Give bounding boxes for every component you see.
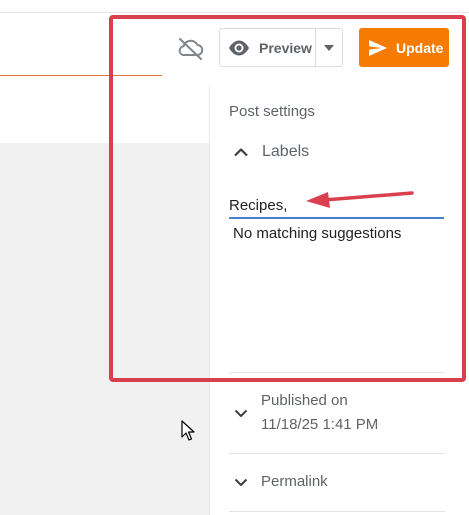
- published-label: Published on: [261, 392, 348, 409]
- published-section-toggle[interactable]: Published on 11/18/25 1:41 PM: [229, 390, 445, 440]
- section-divider: [229, 511, 445, 512]
- section-divider: [229, 453, 445, 454]
- chevron-down-icon: [234, 409, 248, 417]
- mouse-pointer-icon: [181, 420, 195, 441]
- published-date: 11/18/25 1:41 PM: [261, 416, 379, 433]
- chevron-down-icon: [234, 478, 248, 486]
- permalink-label: Permalink: [261, 473, 328, 490]
- top-divider: [0, 12, 469, 13]
- annotation-arrow-icon: [306, 191, 414, 208]
- permalink-section-toggle[interactable]: Permalink: [229, 470, 445, 494]
